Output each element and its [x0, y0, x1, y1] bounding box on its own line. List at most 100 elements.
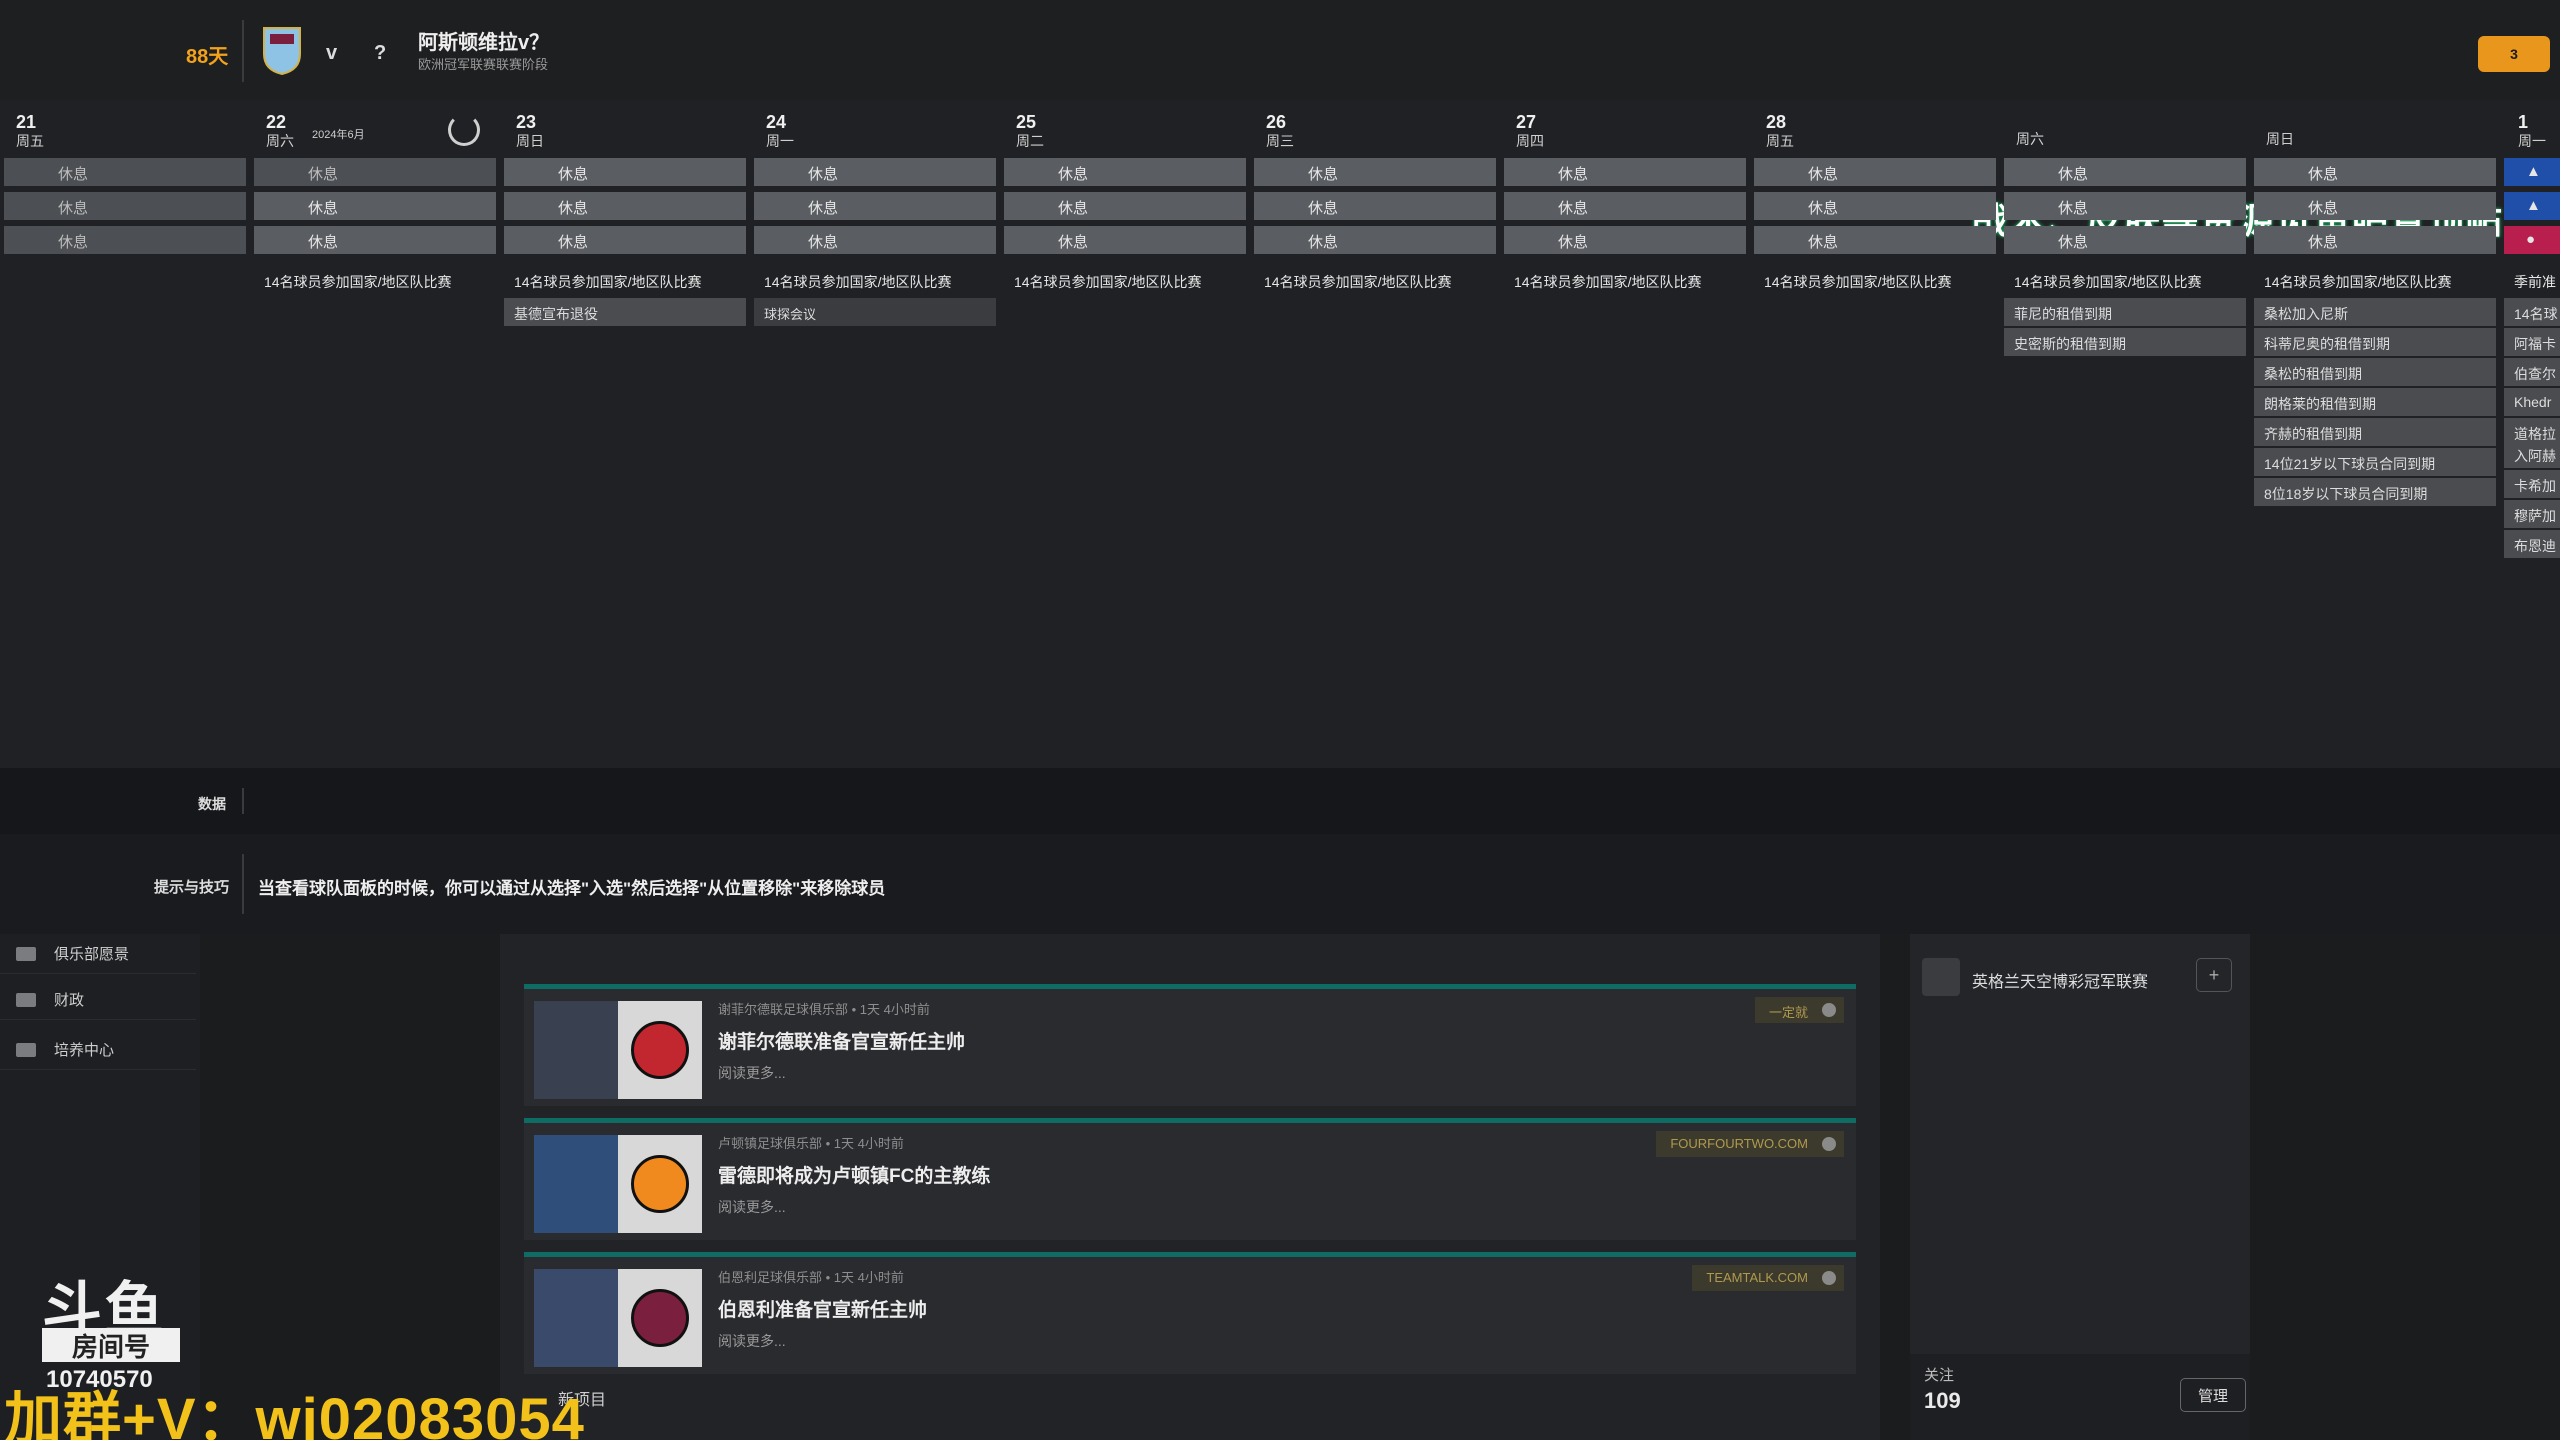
- rest-slot[interactable]: 休息: [504, 226, 746, 254]
- calendar-event[interactable]: 14名球员参加国家/地区队比赛: [2004, 266, 2246, 294]
- calendar-event[interactable]: 14名球: [2504, 298, 2560, 326]
- league-name[interactable]: 英格兰天空博彩冠军联赛: [1972, 968, 2148, 992]
- calendar-event[interactable]: 桑松加入尼斯: [2254, 298, 2496, 326]
- calendar-event[interactable]: 穆萨加: [2504, 500, 2560, 528]
- club-badge-icon: [618, 1269, 702, 1367]
- calendar-event[interactable]: 伯查尔: [2504, 358, 2560, 386]
- news-item[interactable]: 伯恩利足球俱乐部 • 1天 4小时前 伯恩利准备官宣新任主帅 阅读更多... T…: [524, 1252, 1856, 1374]
- day-number: 25: [1016, 112, 1037, 132]
- manage-button[interactable]: 管理: [2180, 1378, 2246, 1412]
- rest-slot[interactable]: 休息: [1254, 192, 1496, 220]
- rest-slot[interactable]: 休息: [2254, 158, 2496, 186]
- calendar-event[interactable]: 14名球员参加国家/地区队比赛: [1004, 266, 1246, 294]
- rest-slot[interactable]: 休息: [754, 226, 996, 254]
- rest-slot[interactable]: 休息: [2004, 158, 2246, 186]
- calendar-event[interactable]: 14名球员参加国家/地区队比赛: [504, 266, 746, 294]
- day-header: 24 周一: [766, 112, 794, 150]
- event-slot[interactable]: ▲: [2504, 158, 2560, 186]
- day-number: 1: [2518, 112, 2529, 132]
- calendar-day-column[interactable]: 25 周二 休息 休息 休息 14名球员参加国家/地区队比赛: [1000, 100, 1250, 768]
- rest-slot[interactable]: 休息: [1004, 226, 1246, 254]
- calendar-event[interactable]: 8位18岁以下球员合同到期: [2254, 478, 2496, 506]
- read-more-link[interactable]: 阅读更多...: [718, 1331, 786, 1351]
- calendar-event[interactable]: 齐赫的租借到期: [2254, 418, 2496, 446]
- calendar-day-column[interactable]: 21 周五 休息 休息 休息: [0, 100, 250, 768]
- news-item[interactable]: 卢顿镇足球俱乐部 • 1天 4小时前 雷德即将成为卢顿镇FC的主教练 阅读更多.…: [524, 1118, 1856, 1240]
- rest-slot[interactable]: 休息: [2004, 192, 2246, 220]
- calendar-event[interactable]: 14名球员参加国家/地区队比赛: [1754, 266, 1996, 294]
- calendar-event[interactable]: 阿福卡: [2504, 328, 2560, 356]
- calendar-event[interactable]: 史密斯的租借到期: [2004, 328, 2246, 356]
- sidebar-item-development-centre[interactable]: 培养中心: [0, 1030, 196, 1070]
- rest-slot[interactable]: 休息: [504, 158, 746, 186]
- calendar-event[interactable]: 卡希加: [2504, 470, 2560, 498]
- rest-slot[interactable]: 休息: [754, 192, 996, 220]
- rest-slot[interactable]: 休息: [1754, 226, 1996, 254]
- calendar-day-column[interactable]: 22 周六 休息 休息 休息 14名球员参加国家/地区队比赛: [250, 100, 500, 768]
- sidebar-item-club-vision[interactable]: 俱乐部愿景: [0, 934, 196, 974]
- rest-slot[interactable]: 休息: [1754, 158, 1996, 186]
- read-more-link[interactable]: 阅读更多...: [718, 1197, 786, 1217]
- news-title[interactable]: 伯恩利准备官宣新任主帅: [718, 1295, 927, 1322]
- calendar-event[interactable]: 菲尼的租借到期: [2004, 298, 2246, 326]
- calendar-event[interactable]: 14名球员参加国家/地区队比赛: [1254, 266, 1496, 294]
- news-title[interactable]: 雷德即将成为卢顿镇FC的主教练: [718, 1161, 990, 1188]
- calendar-event[interactable]: 桑松的租借到期: [2254, 358, 2496, 386]
- calendar-event[interactable]: 14名球员参加国家/地区队比赛: [254, 266, 496, 294]
- calendar-day-column[interactable]: 24 周一 休息 休息 休息 14名球员参加国家/地区队比赛 球探会议: [750, 100, 1000, 768]
- calendar-event[interactable]: 球探会议: [754, 298, 996, 326]
- calendar-day-column[interactable]: 1 周一 ▲ ▲ ● 季前准 14名球 阿福卡 伯查尔 Khedr 道格拉 入阿赫…: [2500, 100, 2560, 768]
- calendar-event[interactable]: 入阿赫: [2504, 440, 2560, 468]
- calendar-event[interactable]: Khedr: [2504, 388, 2560, 416]
- data-label[interactable]: 数据: [198, 794, 226, 814]
- rest-slot[interactable]: 休息: [754, 158, 996, 186]
- rest-slot[interactable]: 休息: [4, 158, 246, 186]
- calendar-event[interactable]: 14名球员参加国家/地区队比赛: [754, 266, 996, 294]
- match-title[interactable]: 阿斯顿维拉v？: [418, 26, 549, 55]
- rest-slot[interactable]: 休息: [2254, 192, 2496, 220]
- news-meta: 伯恩利足球俱乐部 • 1天 4小时前: [718, 1270, 904, 1285]
- calendar-event[interactable]: 季前准: [2504, 266, 2560, 294]
- rest-slot[interactable]: 休息: [1504, 158, 1746, 186]
- follow-add-icon[interactable]: +: [2196, 958, 2232, 992]
- rest-slot[interactable]: 休息: [1504, 192, 1746, 220]
- calendar-day-column[interactable]: 27 周四 休息 休息 休息 14名球员参加国家/地区队比赛: [1500, 100, 1750, 768]
- calendar-event[interactable]: 朗格莱的租借到期: [2254, 388, 2496, 416]
- read-more-link[interactable]: 阅读更多...: [718, 1063, 786, 1083]
- calendar-event[interactable]: 基德宣布退役: [504, 298, 746, 326]
- rest-slot[interactable]: 休息: [504, 192, 746, 220]
- rest-slot[interactable]: 休息: [2004, 226, 2246, 254]
- event-slot[interactable]: ●: [2504, 226, 2560, 254]
- rest-slot[interactable]: 休息: [254, 192, 496, 220]
- calendar-event[interactable]: 14名球员参加国家/地区队比赛: [1504, 266, 1746, 294]
- loading-spinner-icon: [448, 114, 480, 146]
- rest-slot[interactable]: 休息: [1754, 192, 1996, 220]
- calendar-day-column[interactable]: 28 周五 休息 休息 休息 14名球员参加国家/地区队比赛: [1750, 100, 2000, 768]
- rest-slot[interactable]: 休息: [254, 226, 496, 254]
- calendar-day-column[interactable]: 23 周日 休息 休息 休息 14名球员参加国家/地区队比赛 基德宣布退役: [500, 100, 750, 768]
- rest-slot[interactable]: 休息: [2254, 226, 2496, 254]
- rest-slot[interactable]: 休息: [4, 226, 246, 254]
- news-title[interactable]: 谢菲尔德联准备官宣新任主帅: [718, 1027, 965, 1054]
- rest-slot[interactable]: 休息: [254, 158, 496, 186]
- rest-slot[interactable]: 休息: [1004, 158, 1246, 186]
- calendar-day-column[interactable]: 周日 休息 休息 休息 14名球员参加国家/地区队比赛 桑松加入尼斯 科蒂尼奥的…: [2250, 100, 2500, 768]
- calendar-event[interactable]: 14位21岁以下球员合同到期: [2254, 448, 2496, 476]
- rest-slot[interactable]: 休息: [1254, 226, 1496, 254]
- league-row[interactable]: 英格兰天空博彩冠军联赛 +: [1922, 958, 2242, 1000]
- calendar-event[interactable]: 14名球员参加国家/地区队比赛: [2254, 266, 2496, 294]
- rest-slot[interactable]: 休息: [1504, 226, 1746, 254]
- sidebar-item-finances[interactable]: 财政: [0, 980, 196, 1020]
- data-divider: [242, 788, 244, 814]
- rest-slot[interactable]: 休息: [4, 192, 246, 220]
- news-item[interactable]: 谢菲尔德联足球俱乐部 • 1天 4小时前 谢菲尔德联准备官宣新任主帅 阅读更多.…: [524, 984, 1856, 1106]
- calendar-event[interactable]: 科蒂尼奥的租借到期: [2254, 328, 2496, 356]
- day-weekday: 周六: [266, 133, 294, 149]
- event-slot[interactable]: ▲: [2504, 192, 2560, 220]
- calendar-day-column[interactable]: 26 周三 休息 休息 休息 14名球员参加国家/地区队比赛: [1250, 100, 1500, 768]
- rest-slot[interactable]: 休息: [1004, 192, 1246, 220]
- calendar-event[interactable]: 布恩迪: [2504, 530, 2560, 558]
- calendar-day-column[interactable]: 周六 休息 休息 休息 14名球员参加国家/地区队比赛 菲尼的租借到期 史密斯的…: [2000, 100, 2250, 768]
- rest-slot[interactable]: 休息: [1254, 158, 1496, 186]
- continue-button[interactable]: 3: [2478, 36, 2550, 72]
